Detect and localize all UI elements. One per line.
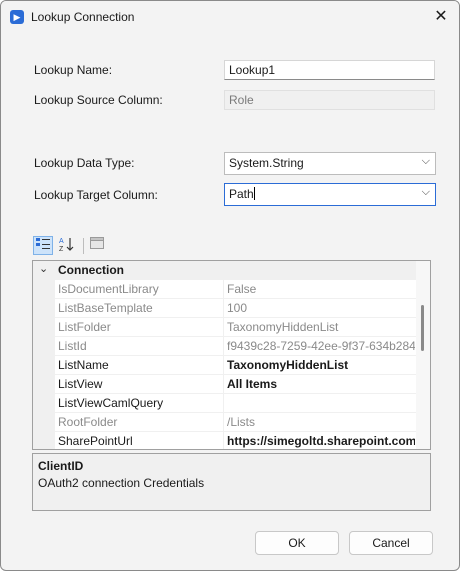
row-gutter [33, 280, 55, 299]
text-caret [253, 187, 255, 200]
row-gutter [33, 318, 55, 337]
property-name: RootFolder [58, 415, 118, 429]
chevron-down-icon: ⌵ [421, 155, 430, 167]
description-text: OAuth2 connection Credentials [38, 476, 205, 490]
property-value: TaxonomyHiddenList [227, 320, 339, 334]
property-row[interactable]: ListView All Items [33, 375, 416, 394]
chevron-down-icon: ⌵ [421, 186, 430, 198]
property-grid: ⌄ Connection IsDocumentLibrary False Lis… [32, 260, 431, 450]
property-value[interactable]: All Items [227, 377, 415, 391]
property-value[interactable]: https://simegoltd.sharepoint.com [227, 434, 415, 448]
row-gutter [33, 413, 55, 432]
category-row-connection[interactable]: ⌄ Connection [33, 261, 416, 280]
row-gutter [33, 356, 55, 375]
svg-text:Z: Z [59, 246, 64, 252]
property-name: ListFolder [58, 320, 111, 334]
svg-text:A: A [59, 238, 64, 245]
property-name: SharePointUrl [58, 434, 133, 448]
description-title: ClientID [38, 459, 84, 473]
column-splitter [223, 432, 224, 449]
cancel-button[interactable]: Cancel [349, 531, 433, 555]
column-splitter [223, 394, 224, 413]
scrollbar-thumb[interactable] [421, 305, 424, 351]
property-value[interactable]: TaxonomyHiddenList [227, 358, 415, 372]
ok-button[interactable]: OK [255, 531, 339, 555]
property-value: 100 [227, 301, 248, 315]
row-gutter [33, 299, 55, 318]
category-label: Connection [58, 263, 124, 277]
property-value: False [227, 282, 257, 296]
chevron-down-icon[interactable]: ⌄ [39, 262, 48, 275]
column-splitter [223, 318, 224, 337]
property-name: ListViewCamlQuery [58, 396, 164, 410]
property-value: f9439c28-7259-42ee-9f37-634b284el [227, 339, 415, 353]
property-row[interactable]: ListFolder TaxonomyHiddenList [33, 318, 416, 337]
property-row[interactable]: ListViewCamlQuery [33, 394, 416, 413]
property-name: ListId [58, 339, 87, 353]
column-splitter [223, 356, 224, 375]
toolbar-divider [83, 238, 84, 254]
lookup-data-type-label: Lookup Data Type: [34, 156, 135, 170]
column-splitter [223, 375, 224, 394]
property-row[interactable]: IsDocumentLibrary False [33, 280, 416, 299]
lookup-connection-dialog: ▶ Lookup Connection ✕ Lookup Name: Looku… [0, 0, 460, 571]
row-gutter [33, 394, 55, 413]
column-splitter [223, 299, 224, 318]
categorized-view-icon[interactable] [33, 236, 53, 255]
property-row[interactable]: ListName TaxonomyHiddenList [33, 356, 416, 375]
lookup-data-type-value: System.String [229, 156, 304, 170]
row-gutter [33, 432, 55, 449]
window-title: Lookup Connection [31, 10, 135, 24]
property-name: ListName [58, 358, 109, 372]
property-name: IsDocumentLibrary [58, 282, 159, 296]
row-gutter [33, 337, 55, 356]
property-row[interactable]: RootFolder /Lists [33, 413, 416, 432]
alphabetical-sort-icon[interactable]: A Z [57, 236, 77, 255]
property-name: ListView [58, 377, 103, 391]
lookup-target-column-select[interactable]: Path ⌵ [224, 183, 436, 206]
property-pages-icon[interactable] [87, 236, 107, 255]
column-splitter [223, 413, 224, 432]
lookup-target-column-label: Lookup Target Column: [34, 188, 158, 202]
title-bar: ▶ Lookup Connection ✕ [1, 1, 459, 33]
property-row[interactable]: ListBaseTemplate 100 [33, 299, 416, 318]
app-logo-icon: ▶ [10, 10, 24, 24]
lookup-source-column-field: Role [224, 90, 435, 110]
property-row[interactable]: ListId f9439c28-7259-42ee-9f37-634b284el [33, 337, 416, 356]
lookup-name-input[interactable]: Lookup1 [224, 60, 435, 80]
lookup-target-column-value: Path [229, 187, 254, 201]
property-value: /Lists [227, 415, 256, 429]
property-name: ListBaseTemplate [58, 301, 153, 315]
vertical-scrollbar[interactable] [416, 261, 430, 449]
property-row[interactable]: SharePointUrl https://simegoltd.sharepoi… [33, 432, 416, 449]
lookup-source-column-label: Lookup Source Column: [34, 93, 163, 107]
column-splitter [223, 337, 224, 356]
lookup-data-type-select[interactable]: System.String ⌵ [224, 152, 436, 175]
property-description-panel: ClientID OAuth2 connection Credentials [32, 453, 431, 511]
column-splitter [223, 280, 224, 299]
row-gutter [33, 375, 55, 394]
close-button[interactable]: ✕ [429, 5, 453, 29]
lookup-name-label: Lookup Name: [34, 63, 113, 77]
